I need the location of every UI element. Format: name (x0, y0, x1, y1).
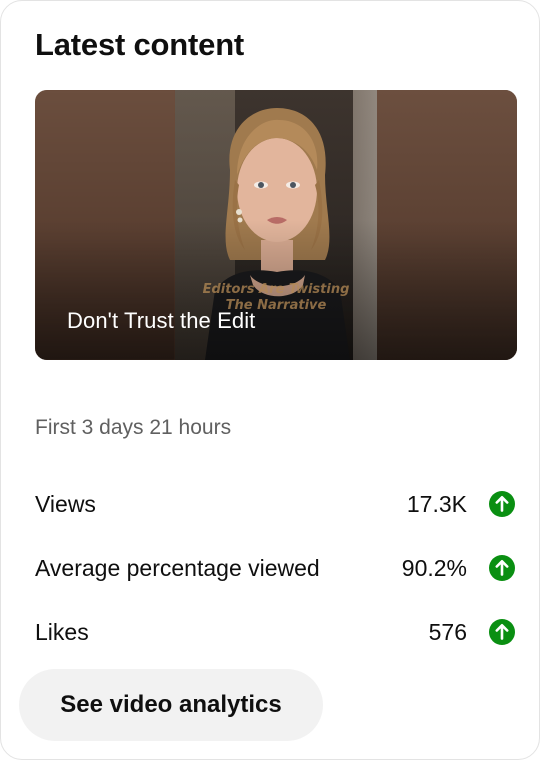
metric-label: Views (35, 491, 96, 517)
video-thumbnail[interactable]: Editors Are Twisting The Narrative Don't… (35, 90, 517, 360)
metric-value: 17.3K (406, 491, 467, 517)
arrow-up-circle-icon (489, 491, 515, 517)
metric-label: Average percentage viewed (35, 555, 320, 581)
see-video-analytics-button[interactable]: See video analytics (19, 669, 323, 741)
thumbnail-caption-line1: Editors Are Twisting (202, 282, 350, 297)
metric-row-likes: Likes 576 (35, 615, 517, 649)
arrow-up-circle-icon (489, 619, 515, 645)
metric-label: Likes (35, 619, 89, 645)
metric-value: 90.2% (401, 555, 467, 581)
metric-row-average-percentage-viewed: Average percentage viewed 90.2% (35, 551, 517, 585)
period-label: First 3 days 21 hours (35, 416, 232, 439)
latest-content-card: Latest content Editors Are Twisting The … (0, 0, 540, 760)
metric-row-views: Views 17.3K (35, 487, 517, 521)
metric-value: 576 (428, 619, 467, 645)
card-title: Latest content (35, 27, 245, 62)
video-title: Don't Trust the Edit (67, 308, 256, 333)
arrow-up-circle-icon (489, 555, 515, 581)
